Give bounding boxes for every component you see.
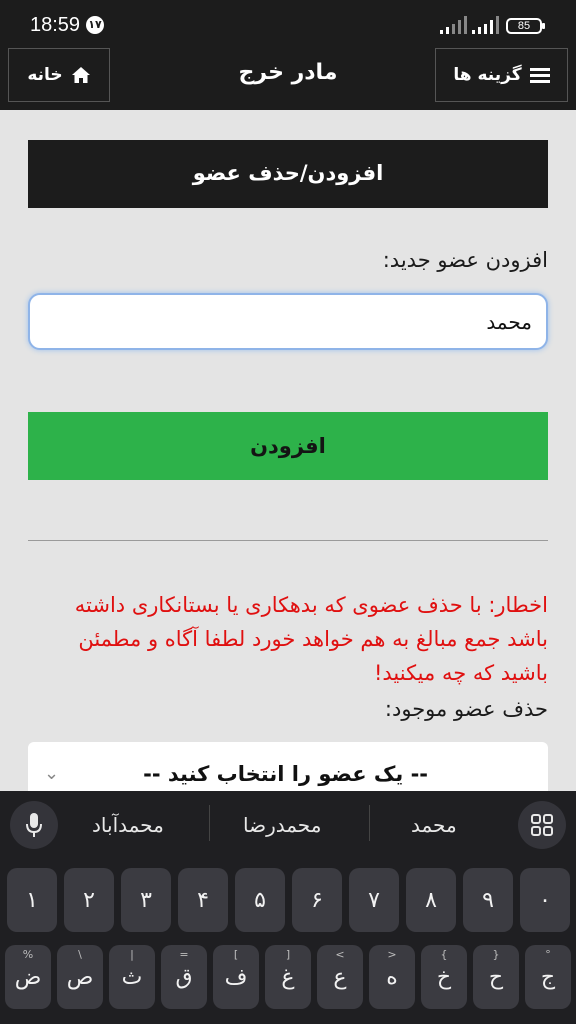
add-button[interactable]: افزودن [28,412,548,480]
suggestion-bar: محمدآباد محمدرضا محمد [0,791,576,857]
key-letter[interactable]: < ع [317,945,363,1009]
key-hint: | [130,948,134,961]
home-icon [71,67,90,83]
key-number[interactable]: ۸ [406,868,456,932]
keyboard-menu-button[interactable] [518,801,566,849]
suggestion-3[interactable]: محمدآباد [92,813,164,837]
app-title: مادر خرج [238,60,338,85]
key-number[interactable]: ۰ [520,868,570,932]
key-letter[interactable]: } ح [473,945,519,1009]
signal-icon [440,16,467,34]
microphone-button[interactable] [10,801,58,849]
key-char: ص [66,964,94,990]
menu-button[interactable]: گزینه ها [435,48,568,102]
divider [28,540,548,541]
key-letter[interactable]: ] غ [265,945,311,1009]
key-char: ع [333,964,347,990]
key-hint: > [387,948,397,961]
key-char: ق [175,964,193,990]
status-bar: 18:59 ۱۷ 85 [0,0,576,48]
key-number[interactable]: ۲ [64,868,114,932]
key-hint: = [179,948,189,961]
section-title: افزودن/حذف عضو [28,140,548,208]
key-char: غ [281,964,295,990]
key-number[interactable]: ۳ [121,868,171,932]
suggestion-separator [209,805,210,841]
key-letter[interactable]: [ف [213,945,259,1009]
key-number[interactable]: ۵ [235,868,285,932]
key-hint: } [492,948,500,961]
key-number[interactable]: ۴ [178,868,228,932]
key-char: ج [540,964,556,990]
key-number[interactable]: ۷ [349,868,399,932]
key-char: ض [14,964,42,990]
add-member-label: افزودن عضو جدید: [382,248,548,272]
key-hint: { [440,948,448,961]
key-char: ح [488,964,504,990]
suggestion-separator [369,805,370,841]
key-number[interactable]: ۹ [463,868,513,932]
remove-member-label: حذف عضو موجود: [384,697,548,721]
home-label: خانه [27,65,63,85]
status-time: 18:59 [30,14,81,36]
key-hint: ° [545,948,551,961]
menu-label: گزینه ها [453,65,522,85]
key-letter[interactable]: ° ج [525,945,571,1009]
key-letter[interactable]: % ض [5,945,51,1009]
signal-icon-2 [472,16,499,34]
soft-keyboard: محمدآباد محمدرضا محمد ۱۲۳۴۵۶۷۸۹۰ % ض \ ص | ث =… [0,791,576,1024]
key-hint: \ [78,948,82,961]
grid-icon [531,814,553,836]
member-select-value: -- یک عضو را انتخاب کنید -- [143,762,428,786]
key-letter[interactable]: | ث [109,945,155,1009]
delete-warning: اخطار: با حذف عضوی که بدهکاری یا بستانکا… [74,593,548,685]
key-hint: ] [285,948,291,961]
key-letter[interactable]: {خ [421,945,467,1009]
app-header: خانه مادر خرج گزینه ها [0,48,576,110]
key-hint: < [335,948,345,961]
suggestion-2[interactable]: محمدرضا [243,813,321,837]
key-hint: % [22,948,34,961]
battery-icon: 85 [506,18,545,34]
key-hint: [ [233,948,239,961]
key-letter[interactable]: = ق [161,945,207,1009]
key-number[interactable]: ۶ [292,868,342,932]
microphone-icon [26,813,42,837]
add-member-input[interactable] [28,293,548,350]
notification-badge: ۱۷ [86,16,104,34]
key-char: ث [121,964,143,990]
key-char: ه [386,964,398,990]
home-button[interactable]: خانه [8,48,110,102]
key-number[interactable]: ۱ [7,868,57,932]
key-char: خ [436,964,452,990]
hamburger-icon [529,68,550,83]
key-char: ف [224,964,248,990]
key-letter[interactable]: \ ص [57,945,103,1009]
key-letter[interactable]: > ه [369,945,415,1009]
suggestion-1[interactable]: محمد [411,813,457,837]
